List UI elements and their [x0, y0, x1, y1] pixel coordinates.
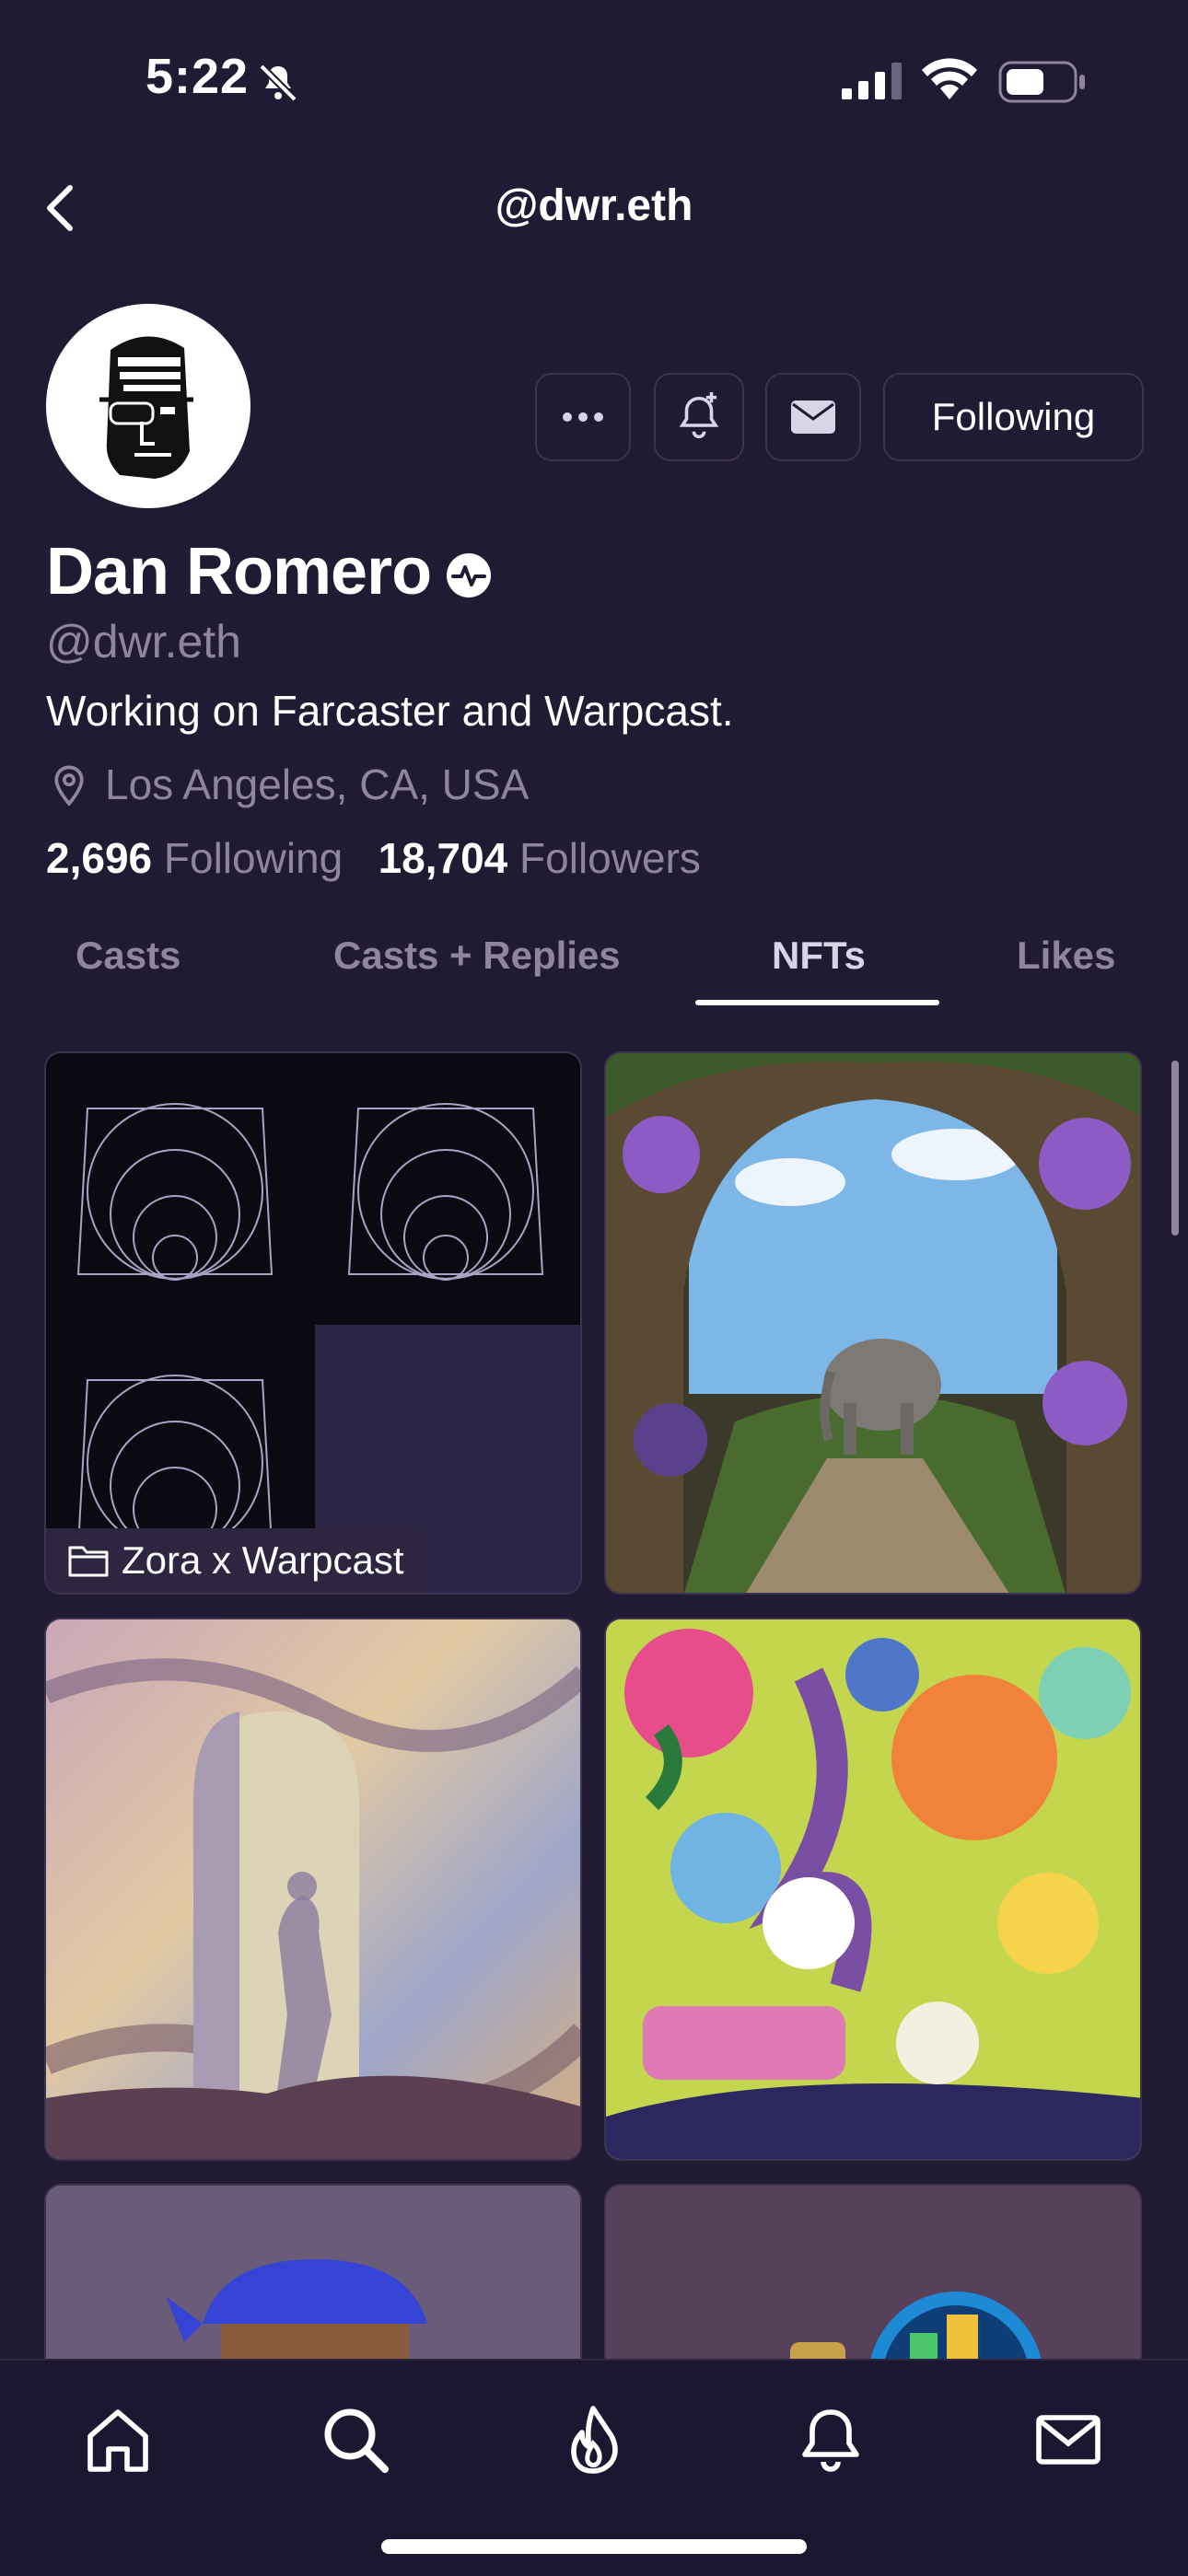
location-pin-icon [54, 765, 84, 806]
more-options-button[interactable] [535, 373, 631, 461]
tab-casts[interactable]: Casts [76, 934, 181, 978]
nft-cartoon-collage-art [606, 1619, 1140, 2159]
folder-icon [68, 1546, 109, 1577]
active-badge-icon [447, 553, 491, 598]
followers-stat[interactable]: 18,704 Followers [379, 834, 701, 882]
scrollbar-thumb[interactable] [1171, 1061, 1179, 1236]
flame-icon[interactable] [556, 2403, 630, 2477]
bell-muted-icon [259, 64, 297, 102]
cellular-signal-icon [842, 63, 902, 99]
avatar[interactable] [46, 304, 250, 508]
tab-casts-replies[interactable]: Casts + Replies [333, 934, 621, 978]
nft-tile[interactable] [604, 1618, 1142, 2161]
ellipsis-icon [563, 412, 603, 422]
tab-likes[interactable]: Likes [1017, 934, 1115, 978]
tab-nfts[interactable]: NFTs [772, 934, 866, 978]
nft-collection-tile[interactable]: Zora x Warpcast [44, 1051, 582, 1595]
bell-plus-icon [679, 392, 719, 439]
nft-doorway-art [46, 1619, 580, 2159]
followers-count: 18,704 [378, 834, 508, 882]
following-stat[interactable]: 2,696 Following [46, 834, 343, 882]
home-indicator [381, 2539, 807, 2554]
home-icon[interactable] [81, 2403, 155, 2477]
nav-title: @dwr.eth [495, 181, 693, 230]
collection-preview-art [46, 1053, 580, 1593]
profile-bio: Working on Farcaster and Warpcast. [46, 687, 734, 735]
direct-messages-icon[interactable] [1031, 2403, 1105, 2477]
wifi-icon [922, 58, 977, 99]
collection-label: Zora x Warpcast [122, 1538, 404, 1582]
profile-stats: 2,696 Following 18,704 Followers [46, 833, 701, 883]
mail-icon [791, 400, 835, 434]
nft-tile[interactable] [44, 1618, 582, 2161]
followers-label: Followers [519, 834, 701, 882]
notifications-bell-icon[interactable] [794, 2403, 868, 2477]
nft-elephant-ruins-art [606, 1053, 1140, 1593]
profile-handle: @dwr.eth [46, 616, 241, 667]
active-tab-indicator [695, 1000, 939, 1005]
nft-tile[interactable] [604, 1051, 1142, 1595]
profile-name: Dan Romero [46, 535, 432, 609]
pirate-avatar-illustration [99, 336, 193, 479]
profile-location: Los Angeles, CA, USA [105, 760, 530, 808]
following-button[interactable]: Following [883, 373, 1144, 461]
following-label: Following [163, 834, 344, 882]
message-button[interactable] [765, 373, 861, 461]
search-icon[interactable] [319, 2403, 392, 2477]
collection-badge: Zora x Warpcast [46, 1528, 428, 1593]
following-count: 2,696 [46, 834, 153, 882]
status-time: 5:22 [146, 49, 250, 104]
battery-icon [998, 61, 1085, 103]
notify-button[interactable] [654, 373, 744, 461]
